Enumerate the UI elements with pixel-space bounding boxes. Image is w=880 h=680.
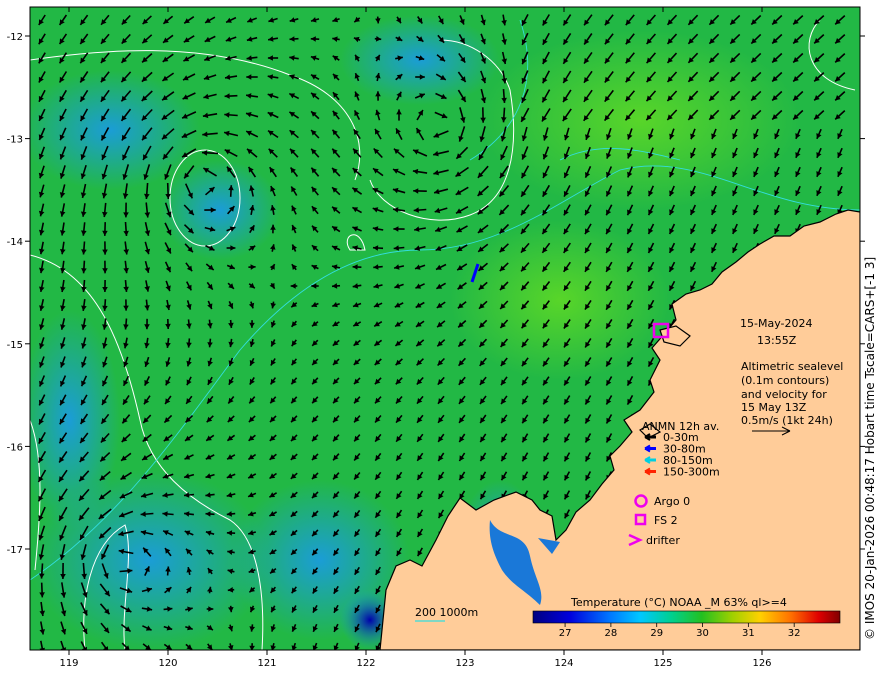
lon-tick-label: 124 xyxy=(554,658,573,669)
lon-tick-label: 121 xyxy=(257,658,276,669)
lat-tick-label: -16 xyxy=(7,442,23,453)
lon-tick-label: 120 xyxy=(158,658,177,669)
warm-patch xyxy=(480,30,800,210)
description-line: and velocity for xyxy=(741,388,827,401)
colorbar-tick-label: 30 xyxy=(696,628,709,639)
drifter-label: drifter xyxy=(646,534,680,547)
argo-label: Argo 0 xyxy=(654,495,690,508)
anmn-legend-label: 150-300m xyxy=(663,466,720,479)
fs-label: FS 2 xyxy=(654,514,678,527)
description-line: Altimetric sealevel xyxy=(741,360,843,373)
colorbar-tick-label: 31 xyxy=(742,628,755,639)
bathy-label: 200 1000m xyxy=(415,606,478,619)
credit-line: © IMOS 20-Jan-2026 00:48:17 Hobart time … xyxy=(863,256,877,640)
lat-tick-label: -17 xyxy=(7,545,23,556)
colorbar-scale xyxy=(532,610,841,624)
time-stamp: 13:55Z xyxy=(757,334,797,347)
warm-patch xyxy=(450,220,670,380)
lat-tick-label: -14 xyxy=(7,237,23,248)
lat-tick-label: -13 xyxy=(7,135,23,146)
lon-tick-label: 123 xyxy=(455,658,474,669)
colorbar-tick-label: 29 xyxy=(650,628,663,639)
colorbar-title: Temperature (°C) NOAA _M 63% ql>=4 xyxy=(570,596,787,609)
date-stamp: 15-May-2024 xyxy=(740,317,812,330)
colorbar-tick-label: 28 xyxy=(605,628,618,639)
description-line: 15 May 13Z xyxy=(741,401,807,414)
colorbar-tick-label: 32 xyxy=(788,628,801,639)
bathy-legend: 200 1000m xyxy=(415,606,478,622)
lon-tick-label: 125 xyxy=(653,658,672,669)
lon-tick-label: 126 xyxy=(752,658,771,669)
lon-tick-label: 122 xyxy=(356,658,375,669)
cool-patch xyxy=(160,160,280,260)
lon-tick-label: 119 xyxy=(59,658,78,669)
lat-tick-label: -12 xyxy=(7,32,23,43)
map-area xyxy=(30,7,860,650)
colorbar-tick-label: 27 xyxy=(559,628,572,639)
description-line: (0.1m contours) xyxy=(741,374,829,387)
lat-tick-label: -15 xyxy=(7,340,23,351)
ocean-map: 119 120 121 122 123 124 125 126 -12 -13 -14 -15 -16… xyxy=(7,6,865,669)
description-line: 0.5m/s (1kt 24h) xyxy=(741,414,833,427)
